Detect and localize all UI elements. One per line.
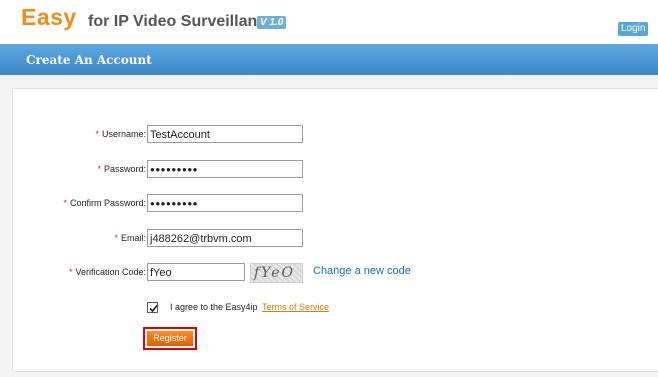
check-icon [149, 304, 158, 313]
required-mark: * [63, 198, 67, 208]
agree-text: I agree to the Easy4ip [170, 302, 258, 312]
required-mark: * [95, 129, 99, 139]
change-code-link[interactable]: Change a new code [313, 265, 411, 277]
email-label: * Email: [114, 233, 146, 243]
required-mark: * [97, 164, 101, 174]
login-button[interactable]: Login [618, 22, 649, 36]
agree-checkbox[interactable] [147, 302, 158, 313]
password-input[interactable]: ●●●●●●●●● [147, 160, 303, 178]
register-button[interactable]: Register [147, 331, 193, 346]
required-mark: * [114, 233, 118, 243]
confirm-password-input[interactable]: ●●●●●●●●● [147, 194, 303, 212]
captcha-image: fYeO [250, 263, 303, 283]
confirm-password-label: * Confirm Password: [63, 198, 146, 208]
page-title: Create An Account [26, 53, 152, 67]
email-input[interactable]: j488262@trbvm.com [147, 229, 303, 247]
version-badge: V 1.0 [257, 16, 287, 29]
required-mark: * [68, 267, 73, 277]
terms-of-service-link[interactable]: Terms of Service [262, 302, 329, 312]
username-input[interactable]: TestAccount [147, 125, 303, 143]
logo-easy: Easy [21, 4, 77, 30]
header: Easy for IP Video Surveillance V 1.0 Log… [0, 0, 658, 44]
logo-subtitle: for IP Video Surveillance [88, 13, 276, 30]
captcha-text: fYeO [254, 265, 295, 281]
password-label: * Password: [97, 164, 146, 174]
verification-input[interactable]: fYeo [147, 263, 245, 281]
verification-label: * Verification Code: [68, 267, 146, 277]
title-bar: Create An Account [0, 44, 658, 75]
username-label: * Username: [95, 129, 146, 139]
